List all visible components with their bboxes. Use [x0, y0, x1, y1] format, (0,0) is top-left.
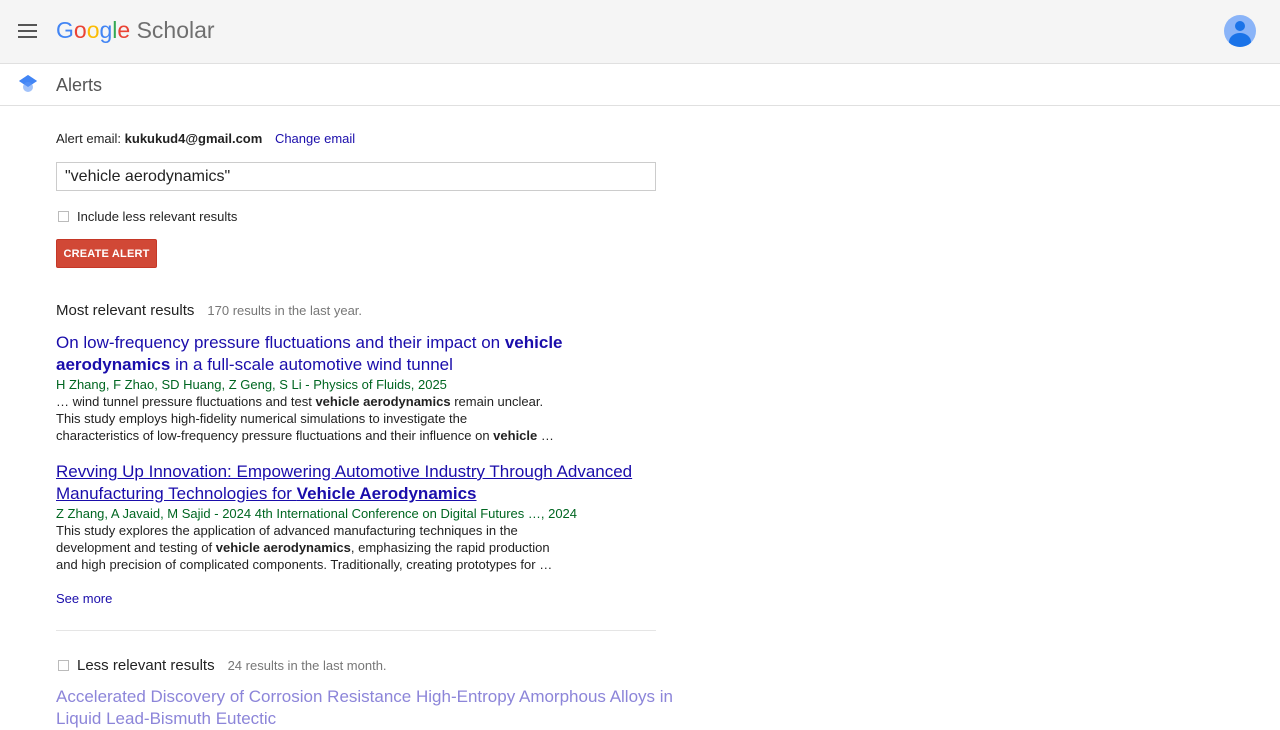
result-authors: H Zhang, F Zhao, SD Huang, Z Geng, S Li … — [56, 377, 447, 392]
highlighted-term: Vehicle Aerodynamics — [296, 484, 477, 503]
alert-email-label: Alert email: — [56, 131, 122, 146]
text-fragment: , emphasizing the rapid production — [350, 540, 550, 555]
result-authors: Z Zhang, A Javaid, M Sajid - 2024 4th In… — [56, 506, 578, 521]
less-relevant-result-title[interactable]: Accelerated Discovery of Corrosion Resis… — [56, 686, 676, 730]
account-avatar[interactable] — [1224, 15, 1256, 47]
most-relevant-heading: Most relevant results — [56, 302, 195, 319]
result-item: On low-frequency pressure fluctuations a… — [56, 332, 656, 444]
scholar-cap-icon — [18, 75, 38, 98]
less-relevant-heading: Less relevant results — [77, 657, 215, 674]
menu-icon[interactable] — [18, 24, 37, 38]
alert-query-input[interactable] — [56, 162, 656, 191]
text-fragment: … — [537, 428, 554, 443]
section-divider — [56, 630, 656, 631]
page-title: Alerts — [56, 75, 103, 95]
result-snippet: This study explores the application of a… — [56, 522, 656, 573]
logo-letter: e — [117, 17, 131, 43]
logo-letter: o — [73, 17, 87, 43]
logo-letter: o — [86, 17, 100, 43]
highlighted-term: vehicle aerodynamics — [315, 394, 451, 409]
text-fragment: development and testing of — [56, 540, 216, 555]
alert-email-value: kukukud4@gmail.com — [124, 131, 263, 146]
sub-header: Alerts — [0, 64, 1280, 106]
include-less-relevant-option[interactable]: Include less relevant results — [58, 209, 237, 224]
logo-google-wordmark: Google — [56, 17, 130, 43]
text-fragment: On low-frequency pressure fluctuations a… — [56, 333, 505, 352]
text-fragment: remain unclear. — [450, 394, 544, 409]
highlighted-term: vehicle — [493, 428, 538, 443]
text-fragment: … wind tunnel pressure fluctuations and … — [56, 394, 316, 409]
less-relevant-count: 24 results in the last month. — [227, 658, 387, 673]
alert-email-row: Alert email: kukukud4@gmail.com Change e… — [56, 131, 355, 146]
snippet-line: This study explores the application of a… — [56, 522, 656, 539]
avatar-body — [1229, 33, 1251, 47]
logo-scholar-text: Scholar — [136, 17, 215, 43]
see-more-link[interactable]: See more — [56, 591, 112, 606]
text-fragment: and high precision of complicated compon… — [56, 557, 553, 572]
avatar-head — [1235, 21, 1245, 31]
text-fragment: This study explores the application of a… — [56, 523, 518, 538]
most-relevant-count: 170 results in the last year. — [207, 303, 363, 318]
change-email-link[interactable]: Change email — [275, 131, 355, 146]
text-fragment: characteristics of low-frequency pressur… — [56, 428, 494, 443]
result-snippet: … wind tunnel pressure fluctuations and … — [56, 393, 656, 444]
include-less-relevant-label[interactable]: Include less relevant results — [77, 209, 237, 224]
text-fragment: This study employs high-fidelity numeric… — [56, 411, 468, 426]
create-alert-button[interactable]: CREATE ALERT — [56, 239, 157, 268]
include-less-relevant-checkbox[interactable] — [58, 211, 69, 222]
snippet-line: … wind tunnel pressure fluctuations and … — [56, 393, 656, 410]
result-item: Revving Up Innovation: Empowering Automo… — [56, 461, 656, 573]
top-bar: Google Scholar — [0, 0, 1280, 64]
text-fragment: in a full-scale automotive wind tunnel — [170, 355, 453, 374]
snippet-line: and high precision of complicated compon… — [56, 556, 656, 573]
google-scholar-logo[interactable]: Google Scholar — [56, 15, 215, 45]
snippet-line: This study employs high-fidelity numeric… — [56, 410, 656, 427]
snippet-line: development and testing of vehicle aerod… — [56, 539, 656, 556]
highlighted-term: vehicle aerodynamics — [215, 540, 351, 555]
result-title-link[interactable]: Revving Up Innovation: Empowering Automo… — [56, 461, 656, 505]
logo-letter: g — [99, 17, 113, 43]
result-title-link[interactable]: On low-frequency pressure fluctuations a… — [56, 332, 656, 376]
snippet-line: characteristics of low-frequency pressur… — [56, 427, 656, 444]
most-relevant-header: Most relevant results 170 results in the… — [56, 302, 362, 319]
less-relevant-header: Less relevant results 24 results in the … — [58, 657, 387, 674]
less-relevant-checkbox[interactable] — [58, 660, 69, 671]
logo-letter: G — [56, 17, 74, 43]
